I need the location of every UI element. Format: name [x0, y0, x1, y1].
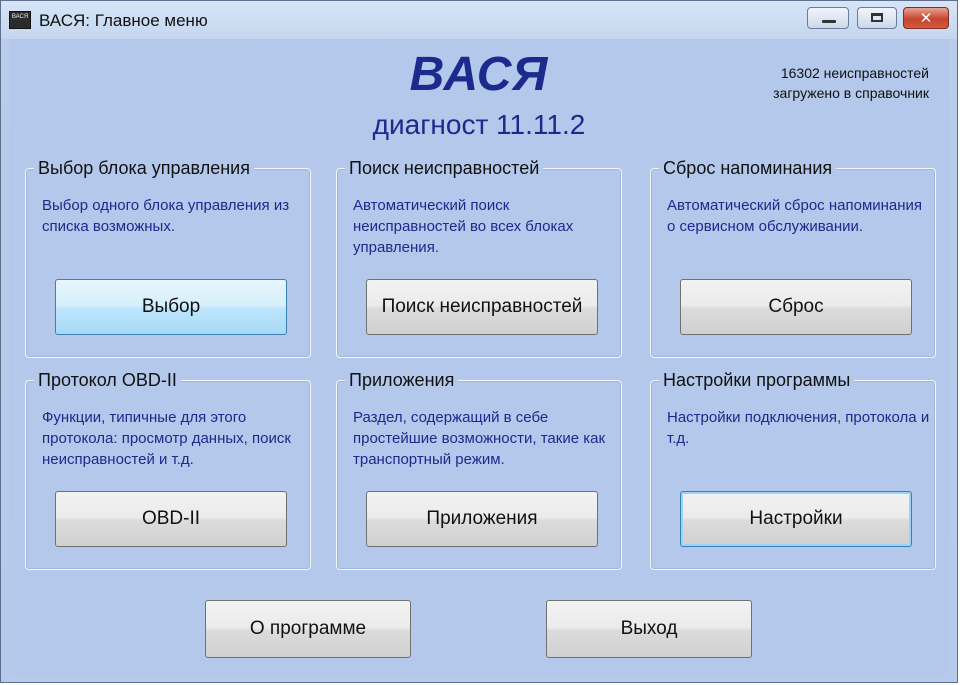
group-legend: Сброс напоминания [659, 158, 837, 178]
app-version: диагност 11.11.2 [372, 109, 586, 140]
exit-button[interactable]: Выход [546, 600, 752, 658]
reset-button[interactable]: Сброс [680, 279, 912, 335]
group-description: Функции, типичные для этого протокола: п… [42, 409, 291, 468]
group-description: Автоматический сброс напоминания о серви… [667, 197, 923, 235]
group-control-unit-select: Выбор блока управления Выбор одного блок… [25, 158, 311, 358]
main-window: ВАСЯ ВАСЯ: Главное меню ✕ ВАСЯ диагност … [0, 0, 958, 683]
group-description: Раздел, содержащий в себе простейшие воз… [353, 409, 606, 468]
group-description: Выбор одного блока управления из списка … [42, 197, 290, 235]
group-legend: Протокол OBD-II [34, 370, 181, 390]
group-legend: Поиск неисправностей [345, 158, 544, 178]
settings-button[interactable]: Настройки [680, 491, 912, 547]
close-button[interactable]: ✕ [903, 7, 949, 29]
group-reminder-reset: Сброс напоминания Автоматический сброс н… [650, 158, 936, 358]
fault-db-caption: загружено в справочник [773, 85, 929, 101]
minimize-icon [822, 20, 836, 23]
fault-search-button[interactable]: Поиск неисправностей [366, 279, 598, 335]
window-title: ВАСЯ: Главное меню [39, 11, 208, 30]
group-description: Настройки подключения, протокола и т.д. [667, 409, 930, 447]
maximize-button[interactable] [857, 7, 897, 29]
group-program-settings: Настройки программы Настройки подключени… [650, 370, 936, 570]
group-description: Автоматический поиск неисправностей во в… [353, 197, 574, 256]
fault-db-count: 16302 неисправностей [780, 65, 929, 81]
obd2-button[interactable]: OBD-II [55, 491, 287, 547]
minimize-button[interactable] [807, 7, 849, 29]
select-button[interactable]: Выбор [55, 279, 287, 335]
fault-db-info: 16302 неисправностей загружено в справоч… [773, 63, 929, 103]
group-obd2-protocol: Протокол OBD-II Функции, типичные для эт… [25, 370, 311, 570]
group-fault-search: Поиск неисправностей Автоматический поис… [336, 158, 622, 358]
group-legend: Настройки программы [659, 370, 855, 390]
maximize-icon [871, 13, 883, 22]
close-icon: ✕ [919, 9, 933, 27]
app-icon[interactable]: ВАСЯ [9, 11, 31, 29]
title-bar[interactable]: ВАСЯ ВАСЯ: Главное меню ✕ [1, 1, 957, 39]
group-legend: Выбор блока управления [34, 158, 254, 178]
main-content: ВАСЯ диагност 11.11.2 16302 неисправност… [9, 39, 949, 675]
about-button[interactable]: О программе [205, 600, 411, 658]
group-applications: Приложения Раздел, содержащий в себе про… [336, 370, 622, 570]
applications-button[interactable]: Приложения [366, 491, 598, 547]
group-legend: Приложения [345, 370, 459, 390]
